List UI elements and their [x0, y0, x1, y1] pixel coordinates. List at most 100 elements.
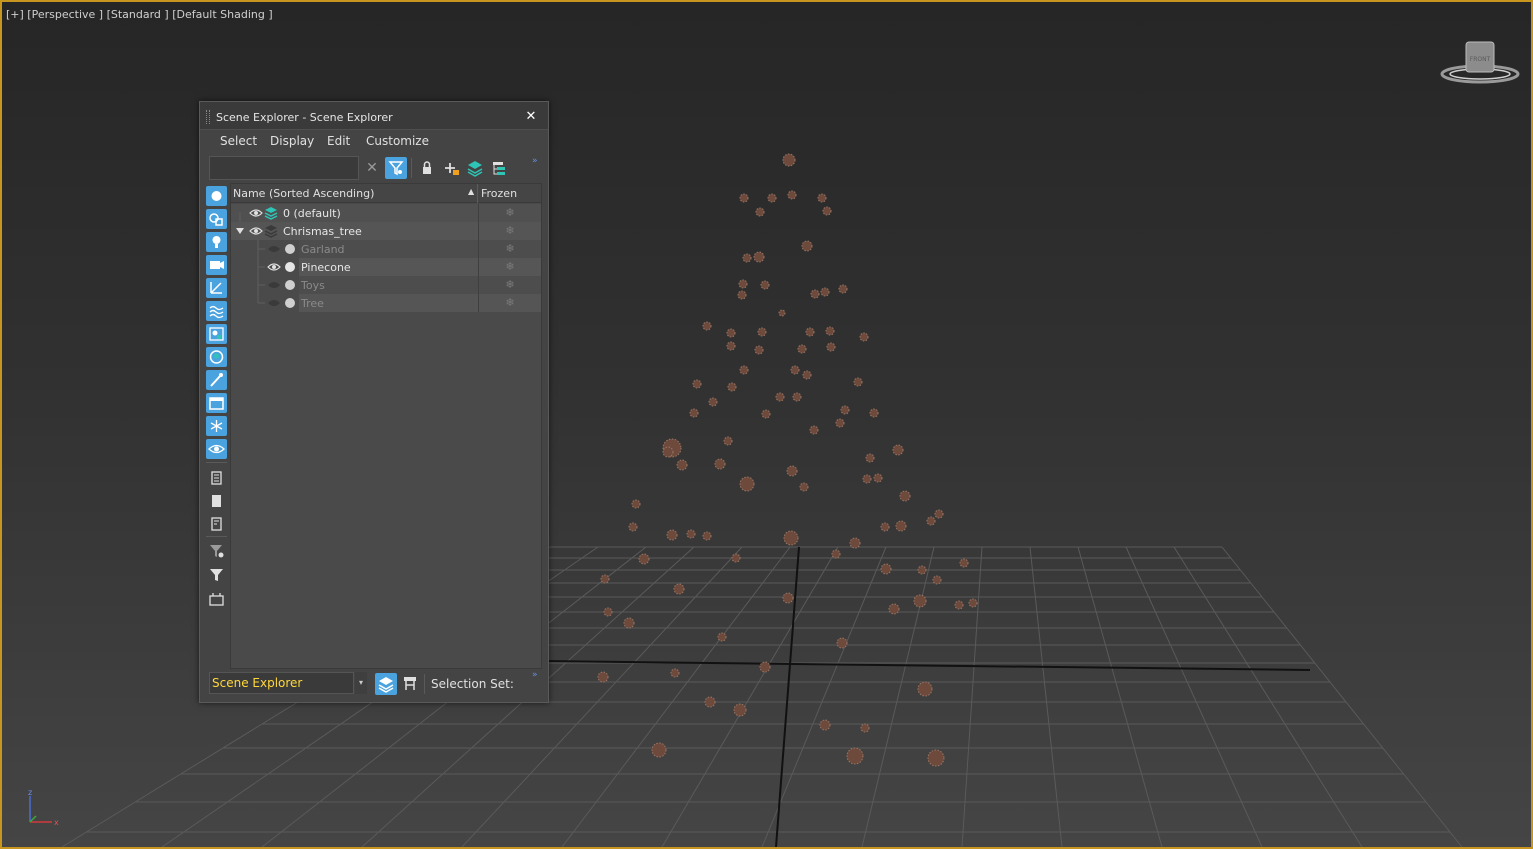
- pinecone-object[interactable]: [809, 425, 819, 435]
- pinecone-object[interactable]: [826, 342, 836, 352]
- display-spacewarps-icon[interactable]: [206, 301, 227, 321]
- display-hidden-icon[interactable]: [206, 439, 227, 459]
- display-containers-icon[interactable]: [206, 393, 227, 413]
- pinecone-object[interactable]: [733, 703, 747, 717]
- pinecone-object[interactable]: [786, 465, 798, 477]
- filter-options-icon[interactable]: [206, 589, 227, 609]
- scene-explorer-titlebar[interactable]: Scene Explorer - Scene Explorer ✕: [200, 102, 548, 130]
- pinecone-object[interactable]: [934, 509, 944, 519]
- display-all-icon[interactable]: [206, 468, 227, 488]
- pinecone-object[interactable]: [888, 603, 900, 615]
- pinecone-object[interactable]: [676, 459, 688, 471]
- menu-display[interactable]: Display: [270, 134, 314, 148]
- pinecone-object[interactable]: [790, 365, 800, 375]
- pinecone-object[interactable]: [968, 598, 978, 608]
- pinecone-object[interactable]: [820, 287, 830, 297]
- pinecone-object[interactable]: [761, 409, 771, 419]
- pinecone-object[interactable]: [778, 309, 786, 317]
- pinecone-object[interactable]: [853, 377, 863, 387]
- pinecone-object[interactable]: [651, 742, 667, 758]
- pinecone-object[interactable]: [739, 193, 749, 203]
- pinecone-object[interactable]: [600, 574, 610, 584]
- drag-grip-icon[interactable]: [206, 110, 210, 124]
- pinecone-object[interactable]: [865, 453, 875, 463]
- display-none-icon[interactable]: [206, 491, 227, 511]
- pinecone-object[interactable]: [783, 530, 799, 546]
- pinecone-object[interactable]: [838, 284, 848, 294]
- sort-by-hierarchy-button[interactable]: [399, 673, 421, 695]
- pinecone-object[interactable]: [726, 328, 736, 338]
- pinecone-object[interactable]: [623, 617, 635, 629]
- layer-hierarchy-button[interactable]: [488, 157, 510, 179]
- pinecone-object[interactable]: [860, 723, 870, 733]
- pinecone-object[interactable]: [799, 482, 809, 492]
- frozen-toggle-icon[interactable]: ❄: [478, 222, 541, 240]
- pinecone-object[interactable]: [662, 446, 674, 458]
- pinecone-object[interactable]: [835, 418, 845, 428]
- column-frozen-header[interactable]: Frozen: [479, 184, 541, 203]
- pinecone-object[interactable]: [792, 392, 802, 402]
- pinecone-object[interactable]: [666, 529, 678, 541]
- pinecone-object[interactable]: [692, 379, 702, 389]
- display-geometry-icon[interactable]: [206, 186, 227, 206]
- pinecone-object[interactable]: [869, 408, 879, 418]
- pinecone-object[interactable]: [670, 668, 680, 678]
- pinecone-object[interactable]: [913, 594, 927, 608]
- display-frozen-icon[interactable]: [206, 416, 227, 436]
- pinecone-object[interactable]: [603, 607, 613, 617]
- pinecone-object[interactable]: [739, 476, 755, 492]
- pinecone-object[interactable]: [836, 637, 848, 649]
- pinecone-object[interactable]: [628, 522, 638, 532]
- pinecone-object[interactable]: [757, 327, 767, 337]
- scene-explorer-panel[interactable]: Scene Explorer - Scene Explorer ✕ Select…: [199, 101, 549, 703]
- pinecone-object[interactable]: [954, 600, 964, 610]
- pinecone-object[interactable]: [959, 558, 969, 568]
- menu-select[interactable]: Select: [220, 134, 257, 148]
- pinecone-object[interactable]: [782, 592, 794, 604]
- menu-customize[interactable]: Customize: [366, 134, 429, 148]
- pinecone-object[interactable]: [787, 190, 797, 200]
- pinecone-object[interactable]: [702, 321, 712, 331]
- pinecone-object[interactable]: [731, 553, 741, 563]
- pinecone-object[interactable]: [825, 326, 835, 336]
- viewport-label-menu[interactable]: [+] [Perspective ] [Standard ] [Default …: [6, 8, 273, 21]
- pinecone-object[interactable]: [727, 382, 737, 392]
- pinecone-object[interactable]: [686, 529, 696, 539]
- close-button[interactable]: ✕: [522, 108, 540, 126]
- pinecone-object[interactable]: [754, 345, 764, 355]
- pinecone-object[interactable]: [899, 490, 911, 502]
- pinecone-object[interactable]: [753, 251, 765, 263]
- frozen-toggle-icon[interactable]: ❄: [478, 258, 541, 276]
- filter-selection-icon[interactable]: [206, 541, 227, 561]
- menu-edit[interactable]: Edit: [327, 134, 350, 148]
- pinecone-object[interactable]: [880, 522, 890, 532]
- scene-tree[interactable]: Name (Sorted Ascending) ▲ Frozen 0 (defa…: [230, 183, 542, 669]
- pinecone-object[interactable]: [822, 206, 832, 216]
- clear-search-button[interactable]: ✕: [361, 157, 383, 179]
- pinecone-object[interactable]: [739, 365, 749, 375]
- pinecone-object[interactable]: [738, 279, 748, 289]
- pinecone-object[interactable]: [673, 583, 685, 595]
- pinecone-object[interactable]: [873, 473, 883, 483]
- pinecone-object[interactable]: [846, 747, 864, 765]
- bottom-overflow-icon[interactable]: »: [532, 670, 538, 680]
- pinecone-object[interactable]: [840, 405, 850, 415]
- pinecone-object[interactable]: [917, 565, 927, 575]
- viewcube[interactable]: FRONT: [1438, 40, 1522, 90]
- pinecone-object[interactable]: [638, 553, 650, 565]
- dropdown-arrow-icon[interactable]: ▾: [355, 672, 367, 694]
- display-bones-icon[interactable]: [206, 370, 227, 390]
- filter-icon[interactable]: [206, 565, 227, 585]
- pinecone-object[interactable]: [760, 280, 770, 290]
- display-helpers-icon[interactable]: [206, 278, 227, 298]
- pinecone-object[interactable]: [831, 549, 841, 559]
- pinecone-object[interactable]: [859, 332, 869, 342]
- pinecone-object[interactable]: [810, 289, 820, 299]
- display-xrefs-icon[interactable]: [206, 347, 227, 367]
- pinecone-object[interactable]: [926, 516, 936, 526]
- pinecone-object[interactable]: [631, 499, 641, 509]
- sort-by-layer-button[interactable]: [375, 673, 397, 695]
- pinecone-object[interactable]: [775, 392, 785, 402]
- frozen-toggle-icon[interactable]: ❄: [478, 240, 541, 258]
- toolbar-overflow-icon[interactable]: »: [532, 156, 538, 166]
